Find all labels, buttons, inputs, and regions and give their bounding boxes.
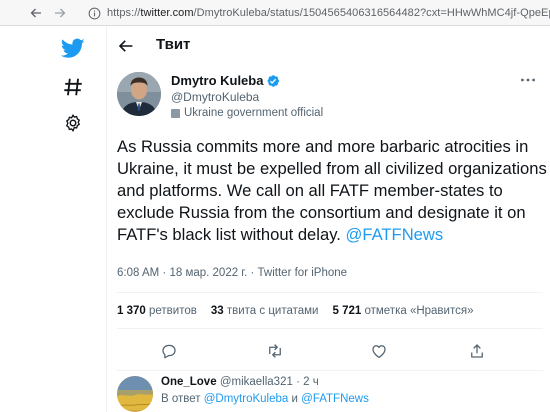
share-button[interactable] [467, 341, 487, 361]
reply-to-line: В ответ @DmytroKuleba и @FATFNews [161, 393, 369, 405]
main-column: Твит Dmytro Kuleba @DmytroKuleba Ukraine… [106, 26, 550, 412]
heart-icon [372, 345, 386, 359]
page-header: Твит [107, 26, 550, 66]
hashtag-icon [64, 78, 82, 96]
arrow-left-icon [118, 40, 133, 52]
comment-icon [162, 344, 176, 359]
author-handle[interactable]: @DmytroKuleba [171, 90, 259, 104]
retweet-icon [269, 344, 281, 358]
browser-toolbar: https://twitter.com/DmytroKuleba/status/… [0, 0, 550, 26]
government-flag-icon [171, 108, 180, 118]
quotes-stat[interactable]: 33 твита с цитатами [211, 305, 319, 317]
settings-link[interactable] [59, 109, 87, 137]
author-name[interactable]: Dmytro Kuleba [171, 73, 263, 88]
reply-author-row: One_Love @mikaella321 · 2 ч [161, 376, 319, 388]
likes-stat[interactable]: 5 721 отметка «Нравится» [332, 305, 473, 317]
tweet-actions [117, 340, 543, 362]
tweet-date[interactable]: 18 мар. 2022 г. [169, 267, 247, 279]
tweet-body: As Russia commits more and more barbaric… [117, 137, 547, 244]
tweet-meta: 6:08 AM · 18 мар. 2022 г. · Twitter for … [117, 267, 348, 279]
reply-author-name[interactable]: One_Love [161, 376, 217, 388]
avatar[interactable] [117, 376, 153, 412]
retweets-stat[interactable]: 1 370 ретвитов [117, 305, 197, 317]
left-navigation [0, 26, 106, 412]
avatar[interactable] [117, 72, 161, 116]
browser-forward-button[interactable] [50, 3, 70, 23]
verified-badge-icon [268, 74, 280, 87]
browser-back-button[interactable] [26, 3, 46, 23]
reply-time[interactable]: 2 ч [303, 376, 319, 388]
explore-link[interactable] [59, 73, 87, 101]
back-button[interactable] [115, 35, 137, 57]
tweet-mention-link[interactable]: @FATFNews [346, 225, 444, 244]
info-icon[interactable] [88, 6, 101, 20]
url-text: https://twitter.com/DmytroKuleba/status/… [107, 7, 550, 19]
arrow-left-icon [30, 8, 41, 18]
tweet-time[interactable]: 6:08 AM [117, 267, 159, 279]
retweet-button[interactable] [265, 341, 285, 361]
author-label: Ukraine government official [171, 107, 323, 119]
more-horizontal-icon [521, 78, 535, 82]
reply-mention-link[interactable]: @FATFNews [301, 393, 369, 405]
reply-mention-link[interactable]: @DmytroKuleba [204, 393, 289, 405]
tweet-text: As Russia commits more and more barbaric… [117, 136, 549, 246]
more-options-button[interactable] [518, 70, 538, 90]
divider [117, 328, 543, 329]
like-button[interactable] [369, 341, 389, 361]
twitter-bird-icon [61, 38, 85, 58]
reply-tweet[interactable]: One_Love @mikaella321 · 2 ч В ответ @Dmy… [117, 376, 547, 412]
page-title: Твит [156, 36, 191, 53]
gear-icon [66, 114, 80, 132]
reply-button[interactable] [159, 341, 179, 361]
divider [117, 292, 543, 293]
reply-author-handle[interactable]: @mikaella321 [220, 376, 293, 388]
arrow-right-icon [55, 8, 66, 18]
twitter-home-link[interactable] [59, 34, 87, 62]
tweet-stats: 1 370 ретвитов 33 твита с цитатами 5 721… [117, 305, 487, 317]
address-bar[interactable]: https://twitter.com/DmytroKuleba/status/… [82, 3, 550, 23]
tweet-author: Dmytro Kuleba @DmytroKuleba Ukraine gove… [117, 72, 547, 122]
tweet-source: Twitter for iPhone [257, 267, 348, 279]
divider [117, 370, 543, 371]
share-icon [471, 344, 483, 358]
